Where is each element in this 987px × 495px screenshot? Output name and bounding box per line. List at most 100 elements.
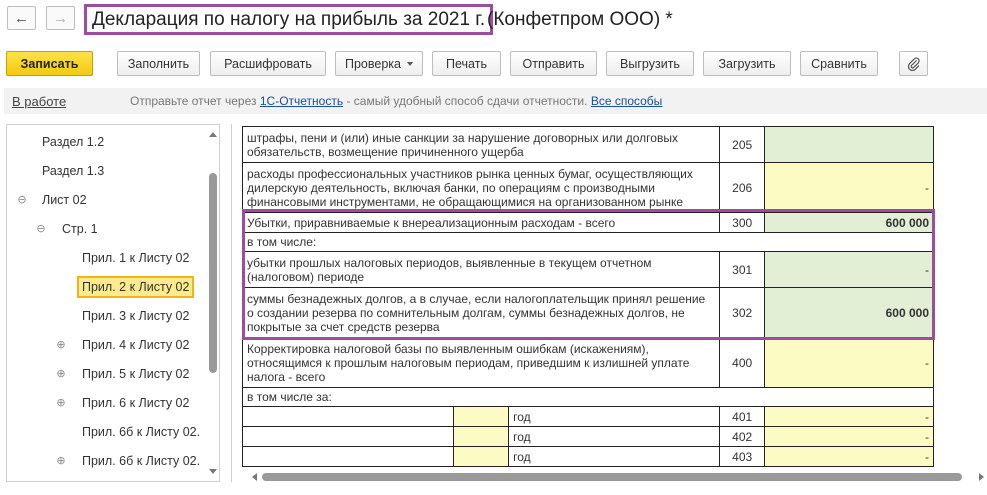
check-dropdown-button[interactable]: Проверка [335,51,423,76]
row-403-year-input[interactable] [452,446,510,467]
table-row: год 402 - [242,426,934,447]
row-301-value[interactable]: - [764,251,934,288]
declaration-form-area: штрафы, пени и (или) иные санкции за нар… [231,124,987,482]
row-403-blank [242,446,454,467]
record-button[interactable]: Записать [6,51,93,76]
decode-button[interactable]: Расшифровать [210,51,326,76]
row-403-year-label: год [508,446,721,467]
row-206-text: расходы профессиональных участников рынк… [241,162,721,213]
tree-item-label: Прил. 6б к Листу 02. [82,424,201,439]
expand-icon[interactable]: ⊕ [55,338,67,351]
tree-item-section-1-3[interactable]: Раздел 1.3 [7,158,207,183]
tree-item-label: Раздел 1.3 [42,163,105,178]
toolbar: Записать Заполнить Расшифровать Проверка… [0,50,987,78]
scroll-down-icon[interactable] [209,469,217,477]
back-button[interactable]: ← [7,6,36,30]
tree-item-appendix-6b-2[interactable]: ⊕ Прил. 6б к Листу 02. [7,448,207,473]
row-402-value[interactable]: - [764,426,934,447]
row-402-blank [242,426,454,447]
row-300-code: 300 [719,212,766,233]
including-label: в том числе: [242,232,934,252]
load-button[interactable]: Загрузить [703,51,791,76]
row-402-year-input[interactable] [452,426,510,447]
all-methods-link[interactable]: Все способы [591,94,663,108]
row-302-code: 302 [719,287,766,338]
form-horizontal-scrollbar[interactable] [252,473,984,481]
tree-item-appendix-5[interactable]: ⊕ Прил. 5 к Листу 02 [7,361,207,386]
row-205-value[interactable] [764,126,934,163]
expand-icon[interactable]: ⊕ [55,367,67,380]
row-301-text: убытки прошлых налоговых периодов, выявл… [241,251,721,288]
collapse-icon[interactable]: ⊖ [35,222,47,235]
tree-item-appendix-3[interactable]: Прил. 3 к Листу 02 [7,303,207,328]
compare-button[interactable]: Сравнить [800,51,878,76]
row-400-code: 400 [719,337,766,388]
unload-button[interactable]: Выгрузить [606,51,694,76]
chevron-down-icon [407,61,413,66]
status-state-link[interactable]: В работе [12,94,66,109]
scrollbar-thumb[interactable] [209,173,217,373]
row-403-code: 403 [719,446,766,467]
tree-item-label: Прил. 1 к Листу 02 [82,250,190,265]
table-row: в том числе за: [242,387,934,407]
row-401-year-label: год [508,406,721,427]
tree-item-sheet-02[interactable]: ⊖ Лист 02 [7,187,207,212]
tree-item-label: Прил. 6 к Листу 02 [82,395,190,410]
page-title-organization: (Конфетпром ООО) * [487,8,673,30]
1c-reporting-link[interactable]: 1С-Отчетность [260,94,343,108]
row-401-year-input[interactable] [452,406,510,427]
row-401-code: 401 [719,406,766,427]
tree-item-label: Прил. 6б к Листу 02. [82,453,201,468]
tree-item-page-1[interactable]: ⊖ Стр. 1 [7,216,207,241]
tree-item-label: Прил. 2 к Листу 02 [77,275,195,298]
tree-item-label: Прил. 3 к Листу 02 [82,308,190,323]
tree-item-appendix-2[interactable]: Прил. 2 к Листу 02 [7,274,207,299]
tree-item-label: Прил. 5 к Листу 02 [82,366,190,381]
tree-vertical-scrollbar[interactable] [209,129,217,477]
paperclip-icon [907,56,920,71]
scroll-left-icon[interactable] [252,473,257,481]
scroll-right-icon[interactable] [979,473,984,481]
row-403-value[interactable]: - [764,446,934,467]
row-300-value[interactable]: 600 000 [764,212,934,233]
tree-item-appendix-1[interactable]: Прил. 1 к Листу 02 [7,245,207,270]
including-for-label: в том числе за: [242,387,934,407]
row-301-code: 301 [719,251,766,288]
fill-button[interactable]: Заполнить [117,51,200,76]
row-400-value[interactable]: - [764,337,934,388]
expand-icon[interactable]: ⊕ [55,396,67,409]
send-button[interactable]: Отправить [510,51,597,76]
expand-icon[interactable]: ⊕ [55,454,67,467]
check-label: Проверка [345,56,401,71]
tree-item-label: Прил. 4 к Листу 02 [82,337,190,352]
forward-button[interactable]: → [46,6,75,30]
table-row: в том числе: [242,232,934,252]
tree-item-section-1-2[interactable]: Раздел 1.2 [7,129,207,154]
status-bar: В работе Отправьте отчет через 1С-Отчетн… [4,88,987,114]
tree-item-label: Стр. 1 [62,221,98,236]
arrow-left-icon: ← [14,9,29,27]
row-206-value[interactable]: - [764,162,934,213]
tree-item-label: Раздел 1.2 [42,134,105,149]
row-302-value[interactable]: 600 000 [764,287,934,338]
row-302-text: суммы безнадежных долгов, а в случае, ес… [241,287,721,338]
row-401-value[interactable]: - [764,406,934,427]
status-message: Отправьте отчет через 1С-Отчетность - са… [130,94,662,108]
table-row: Убытки, приравниваемые к внереализационн… [241,212,934,233]
attach-button[interactable] [899,51,928,76]
tree-item-appendix-6[interactable]: ⊕ Прил. 6 к Листу 02 [7,390,207,415]
tree-item-appendix-4[interactable]: ⊕ Прил. 4 к Листу 02 [7,332,207,357]
collapse-icon[interactable]: ⊖ [16,193,28,206]
tree-item-label: Лист 02 [42,192,87,207]
row-205-code: 205 [719,126,766,163]
table-row: суммы безнадежных долгов, а в случае, ес… [241,287,934,338]
print-button[interactable]: Печать [432,51,501,76]
page-title-highlight: Декларация по налогу на прибыль за 2021 … [84,4,494,35]
row-300-text: Убытки, приравниваемые к внереализационн… [241,212,721,233]
table-row: Корректировка налоговой базы по выявленн… [241,337,934,388]
row-401-blank [242,406,454,427]
tree-item-appendix-6b[interactable]: Прил. 6б к Листу 02. [7,419,207,444]
scrollbar-thumb[interactable] [262,473,962,481]
status-message-middle: - самый удобный способ сдачи отчетности. [346,94,588,108]
scroll-up-icon[interactable] [209,129,217,137]
